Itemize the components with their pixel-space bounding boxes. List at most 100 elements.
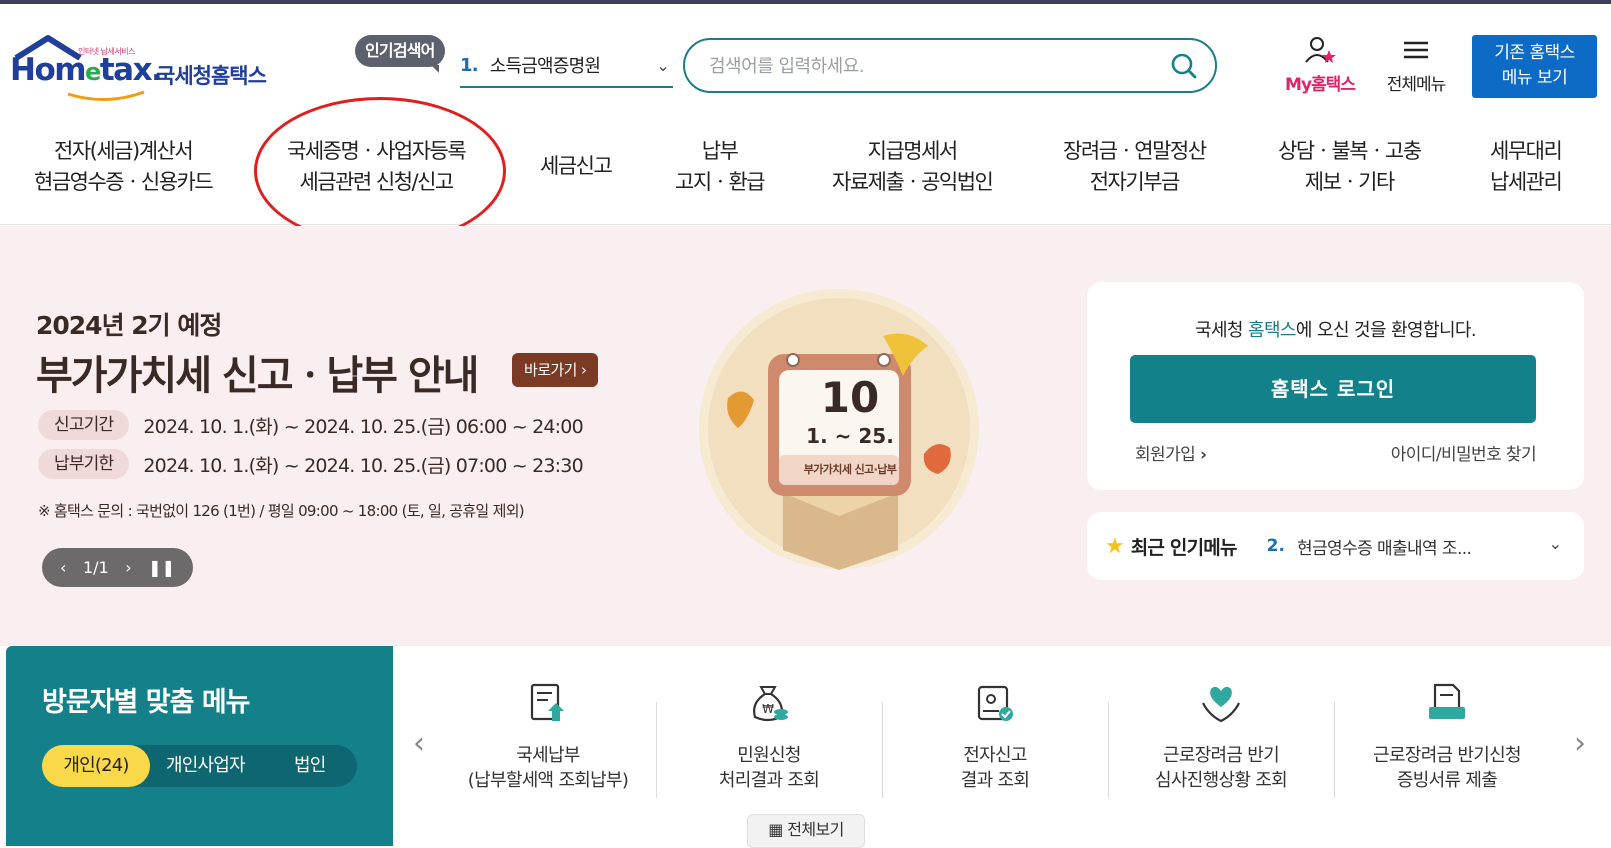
nav-label-line1: 세무대리 bbox=[1490, 139, 1563, 163]
login-card: 국세청 홈택스에 오신 것을 환영합니다. 홈택스 로그인 회원가입 › 아이디… bbox=[1087, 282, 1584, 490]
logo-wordmark: Hometax. bbox=[10, 52, 163, 88]
tab-individual[interactable]: 개인(24) bbox=[42, 745, 150, 787]
hamburger-menu-icon bbox=[1404, 41, 1428, 59]
nav-label-line1: 장려금ㆍ연말정산 bbox=[1063, 139, 1207, 163]
nav-label-line1: 납부 bbox=[701, 139, 739, 163]
hero-go-label: 바로가기 bbox=[524, 361, 577, 379]
red-highlight-circle bbox=[254, 97, 506, 245]
hero-go-button[interactable]: 바로가기 › bbox=[512, 353, 599, 387]
logo-swoosh bbox=[67, 90, 145, 102]
find-id-password-link[interactable]: 아이디/비밀번호 찾기 bbox=[1391, 440, 1537, 465]
legacy-menu-line2: 메뉴 보기 bbox=[1501, 68, 1568, 88]
money-bag-icon: ₩ bbox=[753, 686, 788, 722]
nav-item-consulting[interactable]: 상담ㆍ불복ㆍ고충 제보ㆍ기타 bbox=[1278, 136, 1422, 198]
main-navigation: 전자(세금)계산서 현금영수증ㆍ신용카드 국세증명ㆍ사업자등록 세금관련 신청/… bbox=[0, 120, 1611, 225]
tab-sole-proprietor[interactable]: 개인사업자 bbox=[166, 745, 246, 787]
grid-icon: ▦ bbox=[768, 820, 783, 839]
nav-label-line1: 세금신고 bbox=[540, 154, 613, 178]
logo-korean-name: 국세청홈택스 bbox=[156, 64, 267, 88]
electronic-filing-icon bbox=[977, 685, 1013, 721]
payment-deadline-label: 납부기한 bbox=[38, 449, 130, 479]
visitor-menu-panel: 방문자별 맞춤 메뉴 개인(24) 개인사업자 법인 bbox=[6, 646, 393, 846]
quick-item-line1: 근로장려금 반기신청 bbox=[1373, 745, 1521, 766]
nav-label-line2: 전자기부금 bbox=[1089, 170, 1181, 194]
nav-item-tax-filing[interactable]: 세금신고 bbox=[540, 151, 613, 182]
quick-item-line2: 심사진행상황 조회 bbox=[1155, 770, 1288, 791]
tax-payment-icon bbox=[530, 683, 564, 721]
nav-item-payment[interactable]: 납부 고지ㆍ환급 bbox=[675, 136, 766, 198]
quick-item-tax-payment[interactable]: 국세납부 (납부할세액 조회납부) bbox=[435, 681, 661, 793]
search-box bbox=[683, 38, 1217, 93]
document-submit-icon bbox=[1429, 683, 1465, 719]
quick-item-e-filing-result[interactable]: 전자신고 결과 조회 bbox=[882, 681, 1108, 793]
quick-item-incentive-review[interactable]: 근로장려금 반기 심사진행상황 조회 bbox=[1108, 681, 1334, 793]
my-hometax-label: My홈택스 bbox=[1285, 75, 1356, 95]
calendar-range: 1. ~ 25. bbox=[806, 424, 894, 448]
calendar-day: 10 bbox=[820, 373, 880, 422]
payment-deadline-row: 납부기한 2024. 10. 1.(화) ~ 2024. 10. 25.(금) … bbox=[38, 449, 584, 479]
heart-hands-icon bbox=[1202, 686, 1240, 723]
chevron-left-icon[interactable]: ‹ bbox=[413, 726, 425, 761]
all-menu-button[interactable]: 전체메뉴 bbox=[1374, 36, 1458, 95]
nav-label-line1: 전자(세금)계산서 bbox=[54, 139, 194, 163]
user-icon bbox=[1305, 37, 1336, 63]
header: 인터넷 납세서비스 Hometax. 국세청홈택스 인기검색어 1. 소득금액증… bbox=[0, 4, 1611, 114]
search-icon[interactable] bbox=[1171, 53, 1197, 79]
quick-item-line2: 증빙서류 제출 bbox=[1396, 770, 1498, 791]
visitor-tabs: 개인(24) 개인사업자 법인 bbox=[42, 745, 357, 787]
login-button[interactable]: 홈택스 로그인 bbox=[1130, 355, 1536, 423]
all-menu-label: 전체메뉴 bbox=[1386, 75, 1447, 95]
chevron-right-icon: › bbox=[580, 361, 587, 379]
hero-banner: 2024년 2기 예정 부가가치세 신고ㆍ납부 안내 바로가기 › 신고기간 2… bbox=[0, 226, 1611, 646]
quick-menu-panel: ‹ 국세납부 (납부할세액 조회납부) ₩ 민원신청 처리결과 조회 전자신고 … bbox=[393, 646, 1606, 848]
view-all-button[interactable]: ▦ 전체보기 bbox=[747, 814, 865, 848]
quick-item-line2: 결과 조회 bbox=[960, 770, 1030, 791]
quick-item-line2: 처리결과 조회 bbox=[718, 770, 820, 791]
popular-menu-title: 최근 인기메뉴 bbox=[1130, 536, 1238, 559]
quick-item-line1: 국세납부 bbox=[516, 745, 580, 766]
nav-item-e-invoice[interactable]: 전자(세금)계산서 현금영수증ㆍ신용카드 bbox=[34, 136, 214, 198]
nav-label-line1: 지급명세서 bbox=[867, 139, 959, 163]
nav-label-line2: 납세관리 bbox=[1490, 170, 1563, 194]
signup-link[interactable]: 회원가입 › bbox=[1135, 440, 1207, 465]
nav-label-line2: 고지ㆍ환급 bbox=[675, 170, 766, 194]
slide-counter: 1/1 bbox=[82, 558, 109, 577]
payment-deadline-text: 2024. 10. 1.(화) ~ 2024. 10. 25.(금) 07:00… bbox=[143, 454, 583, 477]
nav-item-payment-statement[interactable]: 지급명세서 자료제출ㆍ공익법인 bbox=[832, 136, 994, 198]
quick-item-incentive-documents[interactable]: 근로장려금 반기신청 증빙서류 제출 bbox=[1334, 681, 1560, 793]
nav-label-line2: 자료제출ㆍ공익법인 bbox=[832, 170, 994, 194]
next-slide-icon[interactable]: › bbox=[125, 558, 131, 577]
hero-subtitle: 2024년 2기 예정 bbox=[36, 311, 222, 340]
calendar-caption: 부가가치세 신고·납부 bbox=[803, 463, 897, 476]
legacy-menu-button[interactable]: 기존 홈택스 메뉴 보기 bbox=[1472, 35, 1597, 98]
chevron-down-icon: ⌄ bbox=[656, 56, 669, 75]
legacy-menu-line1: 기존 홈택스 bbox=[1494, 43, 1575, 63]
prev-slide-icon[interactable]: ‹ bbox=[60, 558, 66, 577]
tab-corporation[interactable]: 법인 bbox=[294, 745, 326, 787]
pause-icon[interactable]: ❚❚ bbox=[148, 558, 175, 577]
star-icon: ★ bbox=[1105, 533, 1125, 559]
hero-title: 부가가치세 신고ㆍ납부 안내 bbox=[36, 353, 479, 399]
search-input[interactable] bbox=[709, 52, 1149, 80]
chevron-right-icon: › bbox=[1199, 445, 1207, 465]
chevron-right-icon[interactable]: › bbox=[1574, 726, 1586, 761]
banner-pager: ‹ 1/1 › ❚❚ bbox=[42, 548, 193, 587]
quick-item-civil-result[interactable]: ₩ 민원신청 처리결과 조회 bbox=[656, 681, 882, 793]
popular-menu-bar[interactable]: ★ 최근 인기메뉴 2. 현금영수증 매출내역 조... ⌄ bbox=[1087, 512, 1584, 580]
popular-menu-item: 현금영수증 매출내역 조... bbox=[1296, 538, 1472, 559]
chevron-down-icon: ⌄ bbox=[1548, 534, 1562, 553]
welcome-message: 국세청 홈택스에 오신 것을 환영합니다. bbox=[1195, 320, 1477, 341]
visitor-menu-title: 방문자별 맞춤 메뉴 bbox=[42, 687, 251, 718]
popular-search-rank: 1. bbox=[460, 54, 479, 76]
popular-search-badge: 인기검색어 bbox=[355, 35, 445, 73]
nav-item-incentive-year-end[interactable]: 장려금ㆍ연말정산 전자기부금 bbox=[1063, 136, 1207, 198]
popular-search-select[interactable]: 1. 소득금액증명원 ⌄ bbox=[460, 44, 673, 88]
view-all-label: 전체보기 bbox=[787, 820, 844, 839]
hometax-logo[interactable]: 인터넷 납세서비스 Hometax. 국세청홈택스 bbox=[8, 34, 278, 104]
popular-search-term: 소득금액증명원 bbox=[489, 56, 601, 77]
my-hometax-button[interactable]: My홈택스 bbox=[1272, 36, 1368, 95]
nav-item-tax-agent[interactable]: 세무대리 납세관리 bbox=[1490, 136, 1563, 198]
quick-item-line1: 민원신청 bbox=[737, 745, 801, 766]
quick-item-line1: 근로장려금 반기 bbox=[1162, 745, 1280, 766]
quick-item-line2: (납부할세액 조회납부) bbox=[467, 770, 629, 791]
